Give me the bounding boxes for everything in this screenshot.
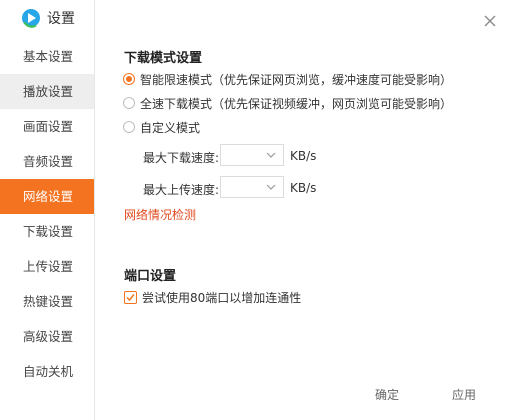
app-title: 设置 (47, 11, 75, 27)
radio-button[interactable] (123, 97, 135, 109)
max-download-label: 最大下载速度: (143, 151, 220, 165)
download-mode-title: 下载模式设置 (124, 51, 203, 66)
sidebar-item-display[interactable]: 画面设置 (0, 109, 94, 144)
sidebar-item-audio[interactable]: 音频设置 (0, 144, 94, 179)
max-download-select[interactable] (220, 144, 284, 166)
radio-button-checked[interactable] (123, 73, 135, 85)
port-80-label: 尝试使用80端口以增加连通性 (142, 290, 302, 305)
max-upload-select[interactable] (220, 176, 284, 198)
close-icon[interactable] (482, 13, 498, 29)
upload-unit: KB/s (290, 181, 317, 195)
sidebar-item-advanced[interactable]: 高级设置 (0, 319, 94, 354)
port-settings-title: 端口设置 (124, 269, 177, 284)
sidebar-item-auto-shutdown[interactable]: 自动关机 (0, 354, 94, 389)
max-upload-label: 最大上传速度: (143, 183, 220, 197)
video-app-logo-icon (22, 9, 40, 28)
sidebar-item-hotkeys[interactable]: 热键设置 (0, 284, 94, 319)
app-brand: 设置 (21, 6, 75, 30)
network-status-link[interactable]: 网络情况检测 (124, 206, 196, 223)
radio-label-custom: 自定义模式 (140, 120, 201, 135)
sidebar-item-upload[interactable]: 上传设置 (0, 249, 94, 284)
chevron-down-icon (266, 184, 276, 190)
sidebar-item-basic[interactable]: 基本设置 (0, 39, 94, 74)
sidebar-item-download[interactable]: 下载设置 (0, 214, 94, 249)
radio-button[interactable] (123, 121, 135, 133)
sidebar-item-playback[interactable]: 播放设置 (0, 74, 94, 109)
settings-sidebar: 设置 基本设置 播放设置 画面设置 音频设置 网络设置 下载设置 上传设置 热键… (0, 0, 94, 420)
radio-label-smart-limit: 智能限速模式（优先保证网页浏览，缓冲速度可能受影响） (140, 72, 453, 87)
radio-smart-limit[interactable]: 智能限速模式（优先保证网页浏览，缓冲速度可能受影响） (123, 70, 452, 88)
sidebar-item-network[interactable]: 网络设置 (0, 179, 94, 214)
check-icon (126, 293, 135, 301)
apply-button[interactable]: 应用 (452, 383, 476, 407)
radio-custom[interactable]: 自定义模式 (123, 118, 200, 136)
ok-button[interactable]: 确定 (375, 383, 399, 407)
port-80-option[interactable]: 尝试使用80端口以增加连通性 (124, 288, 301, 306)
port-80-checkbox[interactable] (124, 290, 137, 304)
chevron-down-icon (266, 152, 276, 158)
radio-full-speed[interactable]: 全速下载模式（优先保证视频缓冲，网页浏览可能受影响） (123, 94, 452, 112)
radio-label-full-speed: 全速下载模式（优先保证视频缓冲，网页浏览可能受影响） (140, 96, 453, 111)
sidebar-divider (94, 0, 95, 420)
download-unit: KB/s (290, 149, 317, 163)
